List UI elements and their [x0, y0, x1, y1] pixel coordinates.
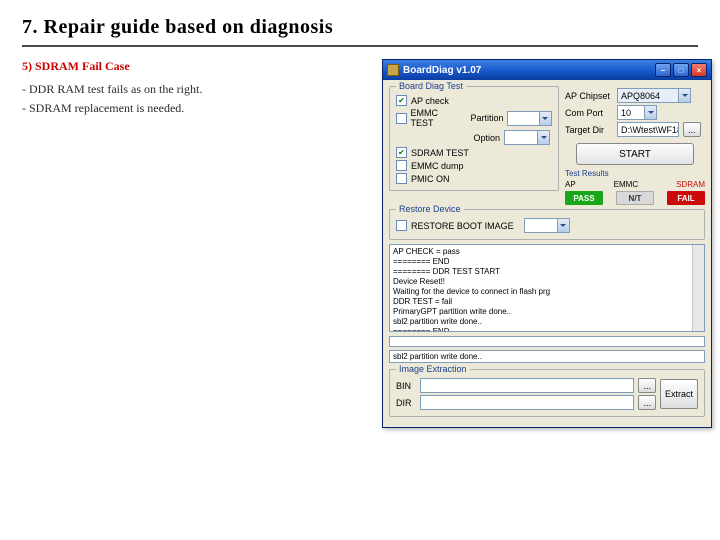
input-target-dir[interactable]: D:\Wtest\WF180L — [617, 122, 679, 137]
window-titlebar[interactable]: BoardDiag v1.07 – □ × — [383, 60, 711, 80]
browse-bin-button[interactable]: ... — [638, 378, 656, 393]
log-line: ======== DDR TEST START — [393, 267, 701, 277]
input-dir[interactable] — [420, 395, 634, 410]
chevron-down-icon — [678, 89, 690, 102]
log-output[interactable]: AP CHECK = pass ======== END ======== DD… — [389, 244, 705, 332]
select-restore[interactable] — [524, 218, 570, 233]
group-title: Image Extraction — [396, 364, 470, 374]
page-heading: 7. Repair guide based on diagnosis — [22, 16, 698, 39]
checkbox-emmc-dump[interactable] — [396, 160, 407, 171]
browse-target-dir-button[interactable]: ... — [683, 122, 701, 137]
label-com-port: Com Port — [565, 108, 613, 118]
label-ap-check: AP check — [411, 96, 449, 106]
group-image-extraction: Image Extraction BIN ... DIR — [389, 369, 705, 417]
extract-button[interactable]: Extract — [660, 379, 698, 409]
input-bin[interactable] — [420, 378, 634, 393]
label-partition: Partition — [470, 113, 503, 123]
label-ap-chipset: AP Chipset — [565, 91, 613, 101]
log-line: ======== END — [393, 327, 701, 332]
group-restore: Restore Device RESTORE BOOT IMAGE — [389, 209, 705, 240]
result-emmc-badge: N/T — [616, 191, 654, 205]
result-sdram-badge: FAIL — [667, 191, 705, 205]
log-line: PrimaryGPT partition write done.. — [393, 307, 701, 317]
close-button[interactable]: × — [691, 63, 707, 77]
label-restore-boot: RESTORE BOOT IMAGE — [411, 221, 514, 231]
label-test-results: Test Results — [565, 169, 705, 178]
label-emmc-dump: EMMC dump — [411, 161, 464, 171]
label-bin: BIN — [396, 381, 416, 391]
bullet-item: - DDR RAM test fails as on the right. — [22, 82, 372, 97]
select-option[interactable] — [504, 130, 550, 145]
log-line: sbl2 partition write done.. — [393, 317, 701, 327]
divider — [22, 45, 698, 47]
label-sdram: SDRAM — [676, 180, 705, 189]
log-line: Waiting for the device to connect in fla… — [393, 287, 701, 297]
checkbox-pmic-on[interactable] — [396, 173, 407, 184]
log-line: AP CHECK = pass — [393, 247, 701, 257]
checkbox-ap-check[interactable]: ✔ — [396, 95, 407, 106]
label-emmc-test: EMMC TEST — [411, 108, 461, 128]
status-line: sbl2 partition write done.. — [389, 350, 705, 363]
label-option: Option — [473, 133, 500, 143]
checkbox-sdram-test[interactable]: ✔ — [396, 147, 407, 158]
checkbox-emmc-test[interactable] — [396, 113, 407, 124]
label-dir: DIR — [396, 398, 416, 408]
scrollbar[interactable] — [692, 245, 704, 331]
chevron-down-icon — [644, 106, 656, 119]
bullet-list: - DDR RAM test fails as on the right. - … — [22, 82, 372, 116]
progress-bar — [389, 336, 705, 347]
value-com-port: 10 — [621, 108, 631, 118]
maximize-button[interactable]: □ — [673, 63, 689, 77]
chevron-down-icon — [537, 131, 549, 144]
browse-dir-button[interactable]: ... — [638, 395, 656, 410]
window-title: BoardDiag v1.07 — [403, 65, 481, 76]
result-ap-badge: PASS — [565, 191, 603, 205]
app-window: BoardDiag v1.07 – □ × Board Diag Test — [382, 59, 712, 428]
value-ap-chipset: APQ8064 — [621, 91, 660, 101]
log-line: ======== END — [393, 257, 701, 267]
label-emmc: EMMC — [614, 180, 638, 189]
chevron-down-icon — [557, 219, 569, 232]
select-ap-chipset[interactable]: APQ8064 — [617, 88, 691, 103]
label-pmic-on: PMIC ON — [411, 174, 450, 184]
app-icon — [387, 64, 399, 76]
bullet-item: - SDRAM replacement is needed. — [22, 101, 372, 116]
log-line: Device Reset!! — [393, 277, 701, 287]
checkbox-restore-boot[interactable] — [396, 220, 407, 231]
group-board-diag: Board Diag Test ✔ AP check EMMC TEST Par… — [389, 86, 559, 191]
select-com-port[interactable]: 10 — [617, 105, 657, 120]
label-sdram-test: SDRAM TEST — [411, 148, 469, 158]
start-button[interactable]: START — [576, 143, 694, 165]
log-line: DDR TEST = fail — [393, 297, 701, 307]
label-ap: AP — [565, 180, 576, 189]
group-title: Restore Device — [396, 204, 464, 214]
chevron-down-icon — [539, 112, 551, 125]
minimize-button[interactable]: – — [655, 63, 671, 77]
group-title: Board Diag Test — [396, 81, 466, 91]
select-partition[interactable] — [507, 111, 552, 126]
label-target-dir: Target Dir — [565, 125, 613, 135]
case-title: 5) SDRAM Fail Case — [22, 59, 372, 74]
